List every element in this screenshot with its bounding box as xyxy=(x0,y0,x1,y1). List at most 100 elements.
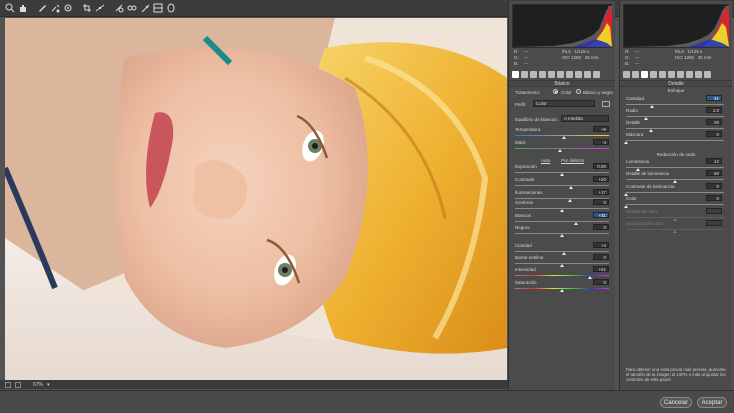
tone-curve-tab-icon[interactable] xyxy=(632,70,639,78)
effects-tab-icon[interactable] xyxy=(677,70,684,78)
hand-icon[interactable] xyxy=(17,3,28,14)
sharpen-cantidad-value[interactable]: 41 xyxy=(706,95,722,101)
sharpen-radio-slider-track[interactable] xyxy=(626,116,724,117)
noise-detalle-de-luminancia-label: Detalle de luminancia xyxy=(626,171,670,176)
detail-tab-icon[interactable] xyxy=(641,70,648,78)
graduated-filter-icon[interactable] xyxy=(152,3,163,14)
straighten-icon[interactable] xyxy=(94,3,105,14)
saturacion-slider-thumb[interactable] xyxy=(560,289,564,292)
split-toning-tab-icon[interactable] xyxy=(548,70,555,78)
negros-value[interactable]: 0 xyxy=(593,224,609,230)
noise-suavidad-del-color-value[interactable] xyxy=(706,220,722,226)
basic-tab-icon[interactable] xyxy=(623,70,630,78)
tone-curve-tab-icon[interactable] xyxy=(521,70,528,78)
treatment-color-radio[interactable] xyxy=(553,89,558,94)
noise-detalle-del-color-value[interactable] xyxy=(706,208,722,214)
noise-detalle-de-luminancia-slider-thumb[interactable] xyxy=(673,180,677,183)
noise-color-slider-track[interactable] xyxy=(626,204,724,205)
spot-removal-icon[interactable] xyxy=(113,3,124,14)
lens-tab-icon[interactable] xyxy=(557,70,564,78)
sombras-value[interactable]: 0 xyxy=(593,199,609,205)
presets-tab-icon[interactable] xyxy=(695,70,702,78)
sharpen-cantidad-slider-track[interactable] xyxy=(626,104,724,105)
sharpen-detalle-value[interactable]: 25 xyxy=(706,119,722,125)
accept-button[interactable]: Aceptar xyxy=(697,397,727,408)
sharpen-radio-slider-thumb[interactable] xyxy=(643,117,648,120)
noise-color-slider-thumb[interactable] xyxy=(624,205,628,208)
basic-tab-icon[interactable] xyxy=(512,70,519,78)
temperatura-value[interactable]: +5 xyxy=(593,126,609,132)
treatment-bw-radio[interactable] xyxy=(576,89,581,94)
zoom-icon[interactable] xyxy=(4,3,15,14)
noise-contraste-de-luminancia-value[interactable]: 0 xyxy=(706,183,722,189)
zoom-dropdown-icon[interactable]: ▾ xyxy=(47,382,50,388)
lens-tab-icon[interactable] xyxy=(668,70,675,78)
target-adjust-icon[interactable] xyxy=(62,3,73,14)
borrar-neblina-value[interactable]: 0 xyxy=(593,254,609,260)
noise-contraste-de-luminancia-slider-track[interactable] xyxy=(626,192,724,193)
split-toning-tab-icon[interactable] xyxy=(659,70,666,78)
sombras-slider-thumb[interactable] xyxy=(560,209,564,212)
claridad-slider-thumb[interactable] xyxy=(561,252,566,255)
profile-browser-icon[interactable] xyxy=(602,101,610,107)
hsl-tab-icon[interactable] xyxy=(539,70,546,78)
intensidad-value[interactable]: +61 xyxy=(593,266,609,272)
detail-tab-icon[interactable] xyxy=(530,70,537,78)
snapshots-tab-icon[interactable] xyxy=(593,70,600,78)
snapshots-tab-icon[interactable] xyxy=(704,70,711,78)
sharpen-detalle-slider-thumb[interactable] xyxy=(648,129,653,132)
color-sampler-icon[interactable] xyxy=(49,3,60,14)
borrar-neblina-slider-thumb[interactable] xyxy=(560,264,564,267)
adjustment-brush-icon[interactable] xyxy=(139,3,150,14)
white-balance-select[interactable]: A medida xyxy=(561,115,609,122)
histogram-graph xyxy=(513,5,612,47)
sharpen-mascara-value[interactable]: 0 xyxy=(706,131,722,137)
exposicion-slider-thumb[interactable] xyxy=(560,173,564,176)
sharpen-mascara-slider-thumb[interactable] xyxy=(624,141,628,144)
red-eye-icon[interactable] xyxy=(126,3,137,14)
noise-color-value[interactable]: 0 xyxy=(706,195,722,201)
auto-link[interactable]: Auto xyxy=(541,158,550,163)
default-link[interactable]: Por defecto xyxy=(561,158,584,163)
presets-tab-icon[interactable] xyxy=(584,70,591,78)
contraste-slider-thumb[interactable] xyxy=(569,186,574,189)
contraste-value[interactable]: +20 xyxy=(593,176,609,182)
histogram xyxy=(512,4,612,48)
matiz-value[interactable]: -4 xyxy=(593,139,609,145)
iluminaciones-value[interactable]: +17 xyxy=(593,189,609,195)
profile-select[interactable]: Color xyxy=(533,100,595,107)
sharpen-detalle-slider-track[interactable] xyxy=(626,128,724,129)
negros-slider-thumb[interactable] xyxy=(560,234,564,237)
photo-canvas[interactable] xyxy=(5,18,507,380)
sharpen-mascara-slider-track[interactable] xyxy=(626,140,724,141)
matiz-slider-thumb[interactable] xyxy=(558,149,563,152)
exposicion-value[interactable]: 0,00 xyxy=(593,163,609,169)
hsl-tab-icon[interactable] xyxy=(650,70,657,78)
temperatura-slider-thumb[interactable] xyxy=(561,136,566,139)
effects-tab-icon[interactable] xyxy=(566,70,573,78)
calibration-tab-icon[interactable] xyxy=(575,70,582,78)
noise-luminancia-value[interactable]: 12 xyxy=(706,158,722,164)
noise-luminancia-slider-track[interactable] xyxy=(626,167,724,168)
intensidad-slider-thumb[interactable] xyxy=(588,276,593,279)
basic-section-title: Básico xyxy=(509,80,615,87)
intensidad-slider-track[interactable] xyxy=(515,275,609,276)
zoom-level[interactable]: 67% xyxy=(33,382,43,388)
sharpen-cantidad-slider-thumb[interactable] xyxy=(650,105,655,108)
sharpen-radio-value[interactable]: 1,0 xyxy=(706,107,722,113)
blancos-value[interactable]: +31 xyxy=(593,212,609,218)
noise-detalle-de-luminancia-value[interactable]: 50 xyxy=(706,170,722,176)
blancos-slider-track[interactable] xyxy=(515,221,609,222)
crop-icon[interactable] xyxy=(81,3,92,14)
calibration-tab-icon[interactable] xyxy=(686,70,693,78)
white-balance-icon[interactable] xyxy=(36,3,47,14)
cancel-button[interactable]: Cancelar xyxy=(660,397,692,408)
iluminaciones-slider-thumb[interactable] xyxy=(567,199,572,202)
blancos-slider-thumb[interactable] xyxy=(574,222,579,225)
radial-filter-icon[interactable] xyxy=(165,3,176,14)
claridad-value[interactable]: +4 xyxy=(593,242,609,248)
contraste-slider-track[interactable] xyxy=(515,185,609,186)
saturacion-value[interactable]: 0 xyxy=(593,279,609,285)
fill-view-icon[interactable] xyxy=(15,381,21,388)
fit-view-icon[interactable] xyxy=(5,381,11,388)
